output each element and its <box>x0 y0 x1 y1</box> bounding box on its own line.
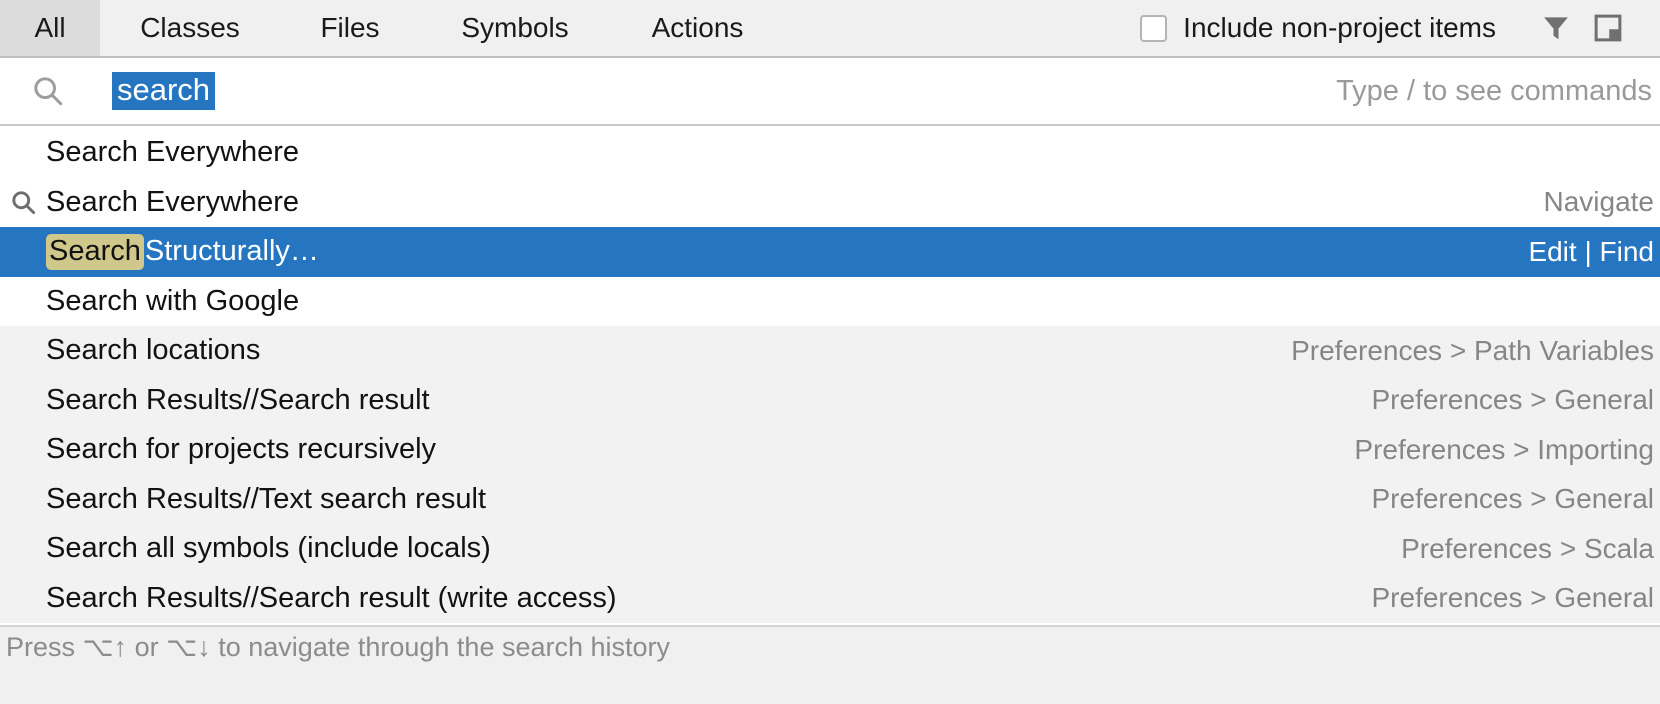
tab-bar-spacer <box>785 0 1140 56</box>
list-item-title: Search all symbols (include locals) <box>46 532 491 565</box>
results-list[interactable]: Search Everywhere Search Everywhere Navi… <box>0 128 1660 625</box>
checkbox-box[interactable] <box>1140 14 1168 42</box>
include-non-project-items-label: Include non-project items <box>1183 12 1496 43</box>
tab-bar: All Classes Files Symbols Actions Includ… <box>0 0 1660 58</box>
list-item[interactable]: Search Results//Search result Preference… <box>0 375 1660 425</box>
tab-symbols[interactable]: Symbols <box>420 0 610 56</box>
tab-files-label: Files <box>320 12 380 43</box>
tab-actions[interactable]: Actions <box>610 0 785 56</box>
tab-all[interactable]: All <box>0 0 100 56</box>
include-non-project-items-checkbox[interactable]: Include non-project items <box>1140 0 1496 56</box>
tab-actions-label: Actions <box>651 12 744 43</box>
list-item-location: Preferences > General <box>1371 483 1655 515</box>
pin-window-icon[interactable] <box>1582 0 1634 56</box>
list-item[interactable]: Search with Google <box>0 276 1660 326</box>
list-item-title: Search Results//Search result (write acc… <box>46 581 617 614</box>
magnifier-icon <box>0 189 46 216</box>
list-item[interactable]: Search Everywhere <box>0 128 1660 178</box>
status-bar: Press ⌥↑ or ⌥↓ to navigate through the s… <box>0 625 1660 704</box>
list-item-title: Search Results//Search result <box>46 383 430 416</box>
search-hint: Type / to see commands <box>1336 74 1652 107</box>
list-item-location: Preferences > General <box>1371 384 1655 416</box>
magnifier-icon <box>26 74 70 108</box>
filter-funnel-icon[interactable] <box>1530 0 1582 56</box>
search-everywhere-dialog: All Classes Files Symbols Actions Includ… <box>0 0 1660 704</box>
list-item-title: Search for projects recursively <box>46 433 437 466</box>
list-item-title: Search locations <box>46 334 261 367</box>
list-item-location: Edit | Find <box>1528 235 1654 267</box>
tab-all-label: All <box>34 12 66 43</box>
list-item[interactable]: Search Results//Text search result Prefe… <box>0 474 1660 524</box>
list-item-title: Search Structurally… <box>46 233 319 270</box>
list-item-location: Preferences > General <box>1371 582 1655 614</box>
tab-classes-label: Classes <box>140 12 240 43</box>
list-item[interactable]: Search locations Preferences > Path Vari… <box>0 326 1660 376</box>
list-item-location: Preferences > Scala <box>1401 532 1654 564</box>
list-item-location: Preferences > Path Variables <box>1291 334 1654 366</box>
tab-files[interactable]: Files <box>280 0 420 56</box>
list-item-title: Search Everywhere <box>46 136 300 169</box>
search-bar[interactable]: search Type / to see commands <box>0 58 1660 126</box>
list-item-title: Search Results//Text search result <box>46 482 487 515</box>
list-item[interactable]: Search Everywhere Navigate <box>0 177 1660 227</box>
list-item-title: Search Everywhere <box>46 185 300 218</box>
list-item-title-rest: Structurally… <box>144 234 319 267</box>
tab-classes[interactable]: Classes <box>100 0 280 56</box>
match-highlight: Search <box>46 233 144 270</box>
tab-symbols-label: Symbols <box>461 12 569 43</box>
status-bar-hint: Press ⌥↑ or ⌥↓ to navigate through the s… <box>6 632 671 662</box>
list-item[interactable]: Search Results//Search result (write acc… <box>0 573 1660 623</box>
list-item[interactable]: Search for projects recursively Preferen… <box>0 425 1660 475</box>
list-item-title: Search with Google <box>46 284 300 317</box>
list-item[interactable]: Search all symbols (include locals) Pref… <box>0 524 1660 574</box>
search-input[interactable]: search <box>112 71 216 111</box>
list-item-location: Navigate <box>1543 186 1654 218</box>
list-item-location: Preferences > Importing <box>1354 433 1654 465</box>
list-item-selected[interactable]: Search Structurally… Edit | Find <box>0 227 1660 277</box>
